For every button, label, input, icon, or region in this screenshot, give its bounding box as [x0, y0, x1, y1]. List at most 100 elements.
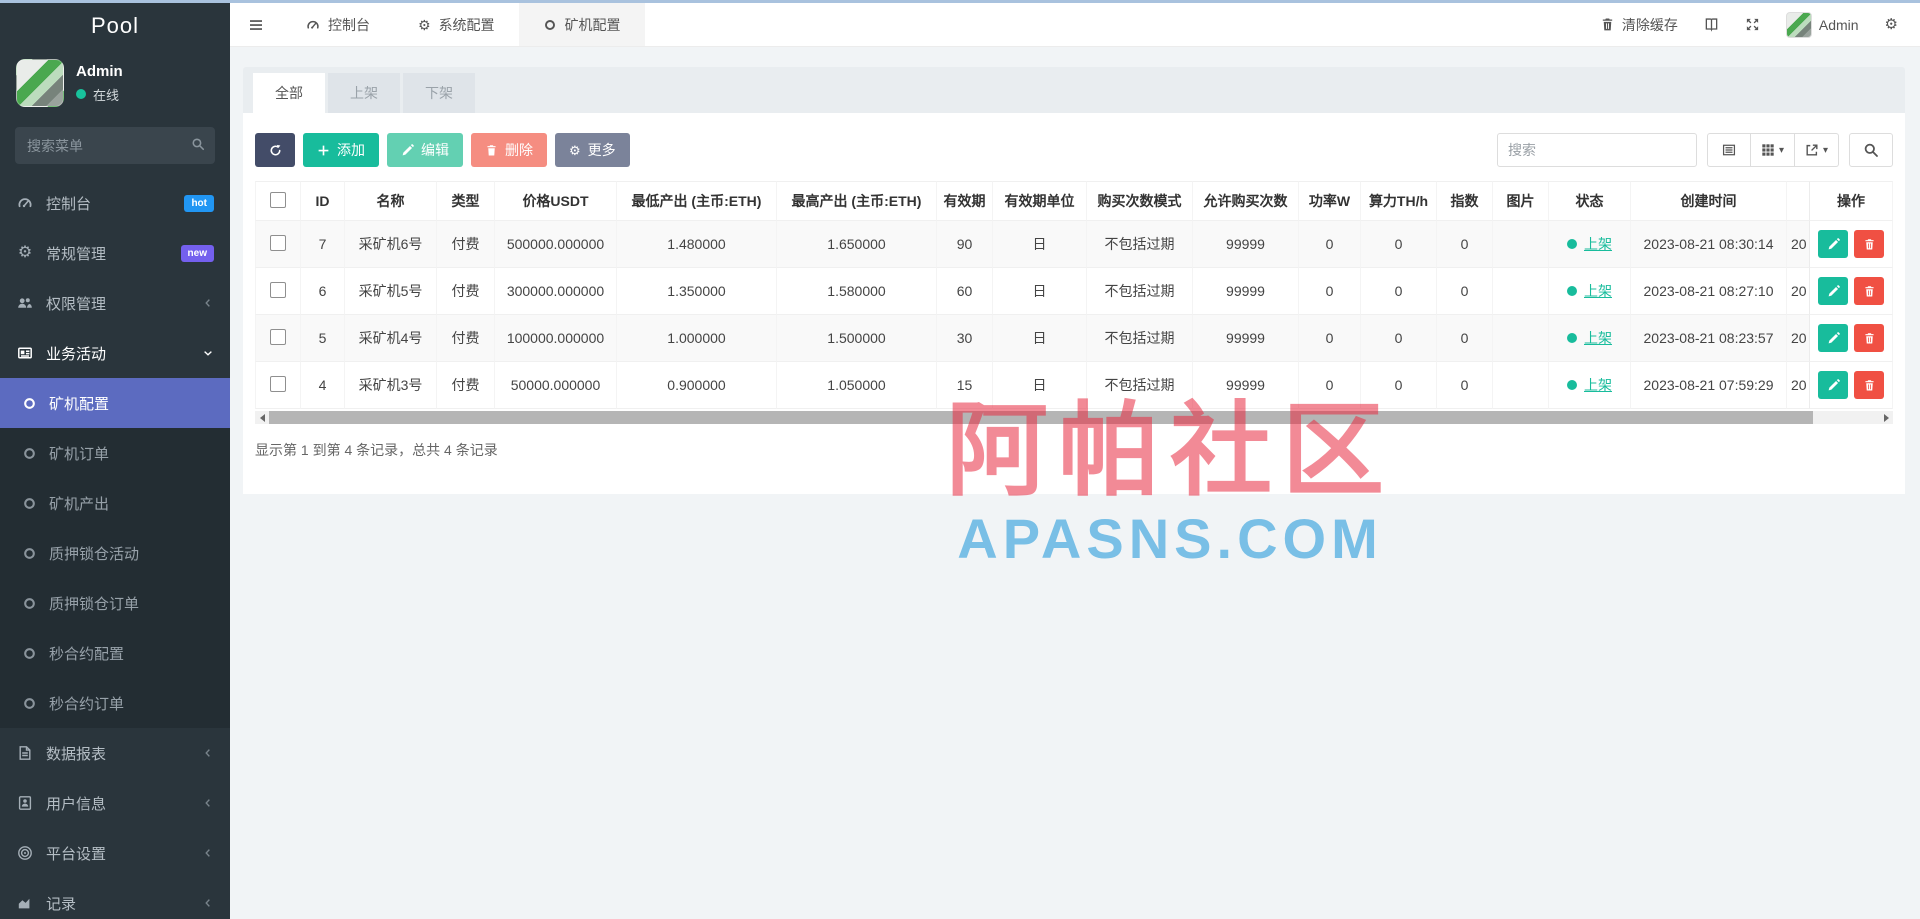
row-edit-button[interactable] [1818, 371, 1848, 399]
ring-icon [22, 696, 37, 711]
scroll-left-arrow[interactable] [255, 411, 269, 424]
sidebar-item-miner-output[interactable]: 矿机产出 [0, 478, 230, 528]
col-header-type: 类型 [437, 181, 495, 221]
row-checkbox[interactable] [270, 282, 286, 298]
card-icon [16, 345, 34, 361]
cell-index: 0 [1437, 268, 1493, 315]
cell-allow: 99999 [1193, 362, 1299, 409]
cell-unit: 日 [993, 362, 1087, 409]
watermark-line2: APASNS.COM [930, 507, 1410, 571]
bullseye-icon [16, 845, 34, 861]
col-header-name: 名称 [345, 181, 437, 221]
user-status: 在线 [93, 85, 119, 104]
cell-min: 1.000000 [617, 315, 777, 362]
navbar-tabs: 控制台⚙系统配置矿机配置 [282, 3, 645, 46]
list-icon [1722, 143, 1736, 157]
row-checkbox[interactable] [270, 329, 286, 345]
filter-tab-0[interactable]: 全部 [253, 73, 325, 113]
cell-buymode: 不包括过期 [1087, 362, 1193, 409]
table-view-buttons: ▾ ▾ [1707, 133, 1839, 167]
ring-icon [22, 596, 37, 611]
clear-cache-label: 清除缓存 [1622, 15, 1678, 35]
sidebar-item-record[interactable]: 记录 [0, 878, 230, 919]
sidebar-item-label: 质押锁仓活动 [49, 543, 139, 564]
user-menu[interactable]: Admin [1786, 12, 1859, 38]
cell-unit: 日 [993, 221, 1087, 268]
sidebar-toggle-button[interactable] [230, 3, 282, 46]
sidebar-item-pledge-activity[interactable]: 质押锁仓活动 [0, 528, 230, 578]
book-icon[interactable] [1704, 17, 1719, 32]
cell-created: 2023-08-21 08:30:14 [1631, 221, 1787, 268]
filter-tab-1[interactable]: 上架 [328, 73, 400, 113]
col-header-image: 图片 [1493, 181, 1549, 221]
status-link[interactable]: 上架 [1584, 375, 1612, 395]
cell-type: 付费 [437, 315, 495, 362]
row-delete-button[interactable] [1854, 230, 1884, 258]
row-checkbox[interactable] [270, 376, 286, 392]
chevron-down-icon [202, 347, 214, 359]
sidebar-item-platform[interactable]: 平台设置 [0, 828, 230, 878]
table-search-input[interactable] [1497, 133, 1697, 167]
sidebar-item-dashboard[interactable]: 控制台hot [0, 178, 230, 228]
sidebar-item-miner-config[interactable]: 矿机配置 [0, 378, 230, 428]
ring-icon [22, 396, 37, 411]
more-button-label: 更多 [588, 140, 616, 160]
more-button[interactable]: ⚙ 更多 [555, 133, 630, 167]
row-checkbox[interactable] [270, 235, 286, 251]
sidebar-item-business[interactable]: 业务活动 [0, 328, 230, 378]
add-button-label: 添加 [337, 140, 365, 160]
row-edit-button[interactable] [1818, 230, 1848, 258]
row-edit-button[interactable] [1818, 277, 1848, 305]
filter-tab-2[interactable]: 下架 [403, 73, 475, 113]
edit-button[interactable]: 编辑 [387, 133, 463, 167]
row-delete-button[interactable] [1854, 277, 1884, 305]
status-link[interactable]: 上架 [1584, 234, 1612, 254]
cell-type: 付费 [437, 362, 495, 409]
user-name: Admin [76, 63, 123, 80]
sidebar-item-contract-order[interactable]: 秒合约订单 [0, 678, 230, 728]
columns-dropdown-button[interactable]: ▾ [1751, 133, 1795, 167]
clear-cache-button[interactable]: 清除缓存 [1600, 15, 1678, 35]
sidebar-item-report[interactable]: 数据报表 [0, 728, 230, 778]
scrollbar-thumb[interactable] [269, 411, 1813, 424]
panel: 全部上架下架 添加 编辑 删除 [243, 67, 1905, 494]
sidebar-item-general[interactable]: ⚙常规管理new [0, 228, 230, 278]
navbar-tab-miner-config[interactable]: 矿机配置 [519, 3, 645, 46]
sidebar-item-label: 用户信息 [46, 793, 106, 814]
paging-toggle-button[interactable] [1707, 133, 1751, 167]
add-button[interactable]: 添加 [303, 133, 379, 167]
sidebar-item-auth[interactable]: 权限管理 [0, 278, 230, 328]
panel-body: 添加 编辑 删除 ⚙ 更多 [243, 113, 1905, 494]
sidebar-item-pledge-order[interactable]: 质押锁仓订单 [0, 578, 230, 628]
cell-max: 1.650000 [777, 221, 937, 268]
fullscreen-icon[interactable] [1745, 17, 1760, 32]
cell-max: 1.050000 [777, 362, 937, 409]
horizontal-scrollbar[interactable] [255, 411, 1893, 424]
sidebar-item-userinfo[interactable]: 用户信息 [0, 778, 230, 828]
export-dropdown-button[interactable]: ▾ [1795, 133, 1839, 167]
col-header-period: 有效期 [937, 181, 993, 221]
refresh-button[interactable] [255, 133, 295, 167]
navbar-tab-dashboard[interactable]: 控制台 [282, 3, 394, 46]
row-delete-button[interactable] [1854, 371, 1884, 399]
search-button[interactable] [1849, 133, 1893, 167]
delete-button[interactable]: 删除 [471, 133, 547, 167]
status-link[interactable]: 上架 [1584, 281, 1612, 301]
sidebar-item-miner-order[interactable]: 矿机订单 [0, 428, 230, 478]
cell-index: 0 [1437, 221, 1493, 268]
col-header-hashrate: 算力TH/h [1361, 181, 1437, 221]
col-header-unit: 有效期单位 [993, 181, 1087, 221]
refresh-icon [269, 144, 282, 157]
cell-price: 300000.000000 [495, 268, 617, 315]
status-link[interactable]: 上架 [1584, 328, 1612, 348]
cell-allow: 99999 [1193, 268, 1299, 315]
cell-status: 上架 [1549, 221, 1631, 268]
row-edit-button[interactable] [1818, 324, 1848, 352]
navbar-tab-system-config[interactable]: ⚙系统配置 [394, 3, 519, 46]
row-delete-button[interactable] [1854, 324, 1884, 352]
sidebar-item-contract-config[interactable]: 秒合约配置 [0, 628, 230, 678]
menu-search-input[interactable] [15, 127, 215, 164]
settings-gears-icon[interactable]: ⚙ [1885, 17, 1898, 32]
select-all-checkbox[interactable] [270, 192, 286, 208]
scroll-right-arrow[interactable] [1879, 411, 1893, 424]
